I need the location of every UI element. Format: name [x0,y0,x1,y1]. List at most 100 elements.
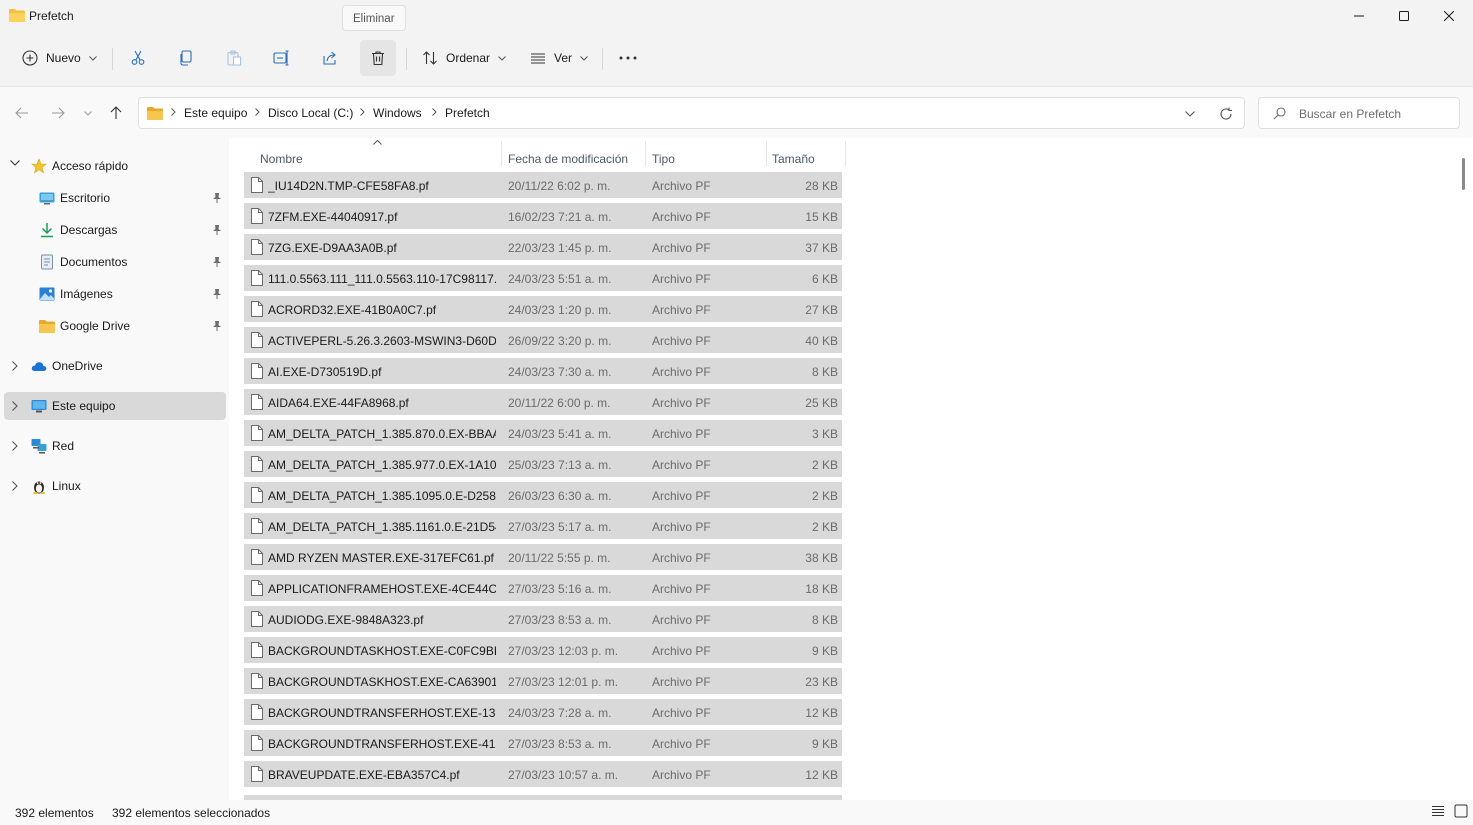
table-row[interactable]: AM_DELTA_PATCH_1.385.1161.0.E-21D540... 2… [244,513,842,539]
table-row[interactable]: BRAVEUPDATE.EXE-EBA357C4.pf 27/03/23 10:5… [244,761,842,787]
address-bar[interactable]: Este equipo Disco Local (C:) Windows Pre… [138,97,1245,129]
paste-button[interactable] [222,40,246,76]
table-row[interactable]: ACTIVEPERL-5.26.3.2603-MSWIN3-D60D... 26/… [244,327,842,353]
column-header-size[interactable]: Tamaño [772,152,815,166]
sidebar-item-escritorio[interactable]: Escritorio [4,184,226,212]
breadcrumb-disco-local[interactable]: Disco Local (C:) [268,106,353,120]
table-row[interactable]: 7ZG.EXE-D9AA3A0B.pf 22/03/23 1:45 p. m. Ar… [244,234,842,260]
pin-icon [213,289,221,299]
chevron-down-icon[interactable] [10,160,20,166]
folder-icon [39,320,55,333]
table-row[interactable]: BACKGROUNDTRANSFERHOST.EXE-13C1... 24/03/… [244,699,842,725]
column-header-type[interactable]: Tipo [652,152,675,166]
file-icon [251,487,263,503]
sidebar-item-este-equipo[interactable]: Este equipo [4,392,226,420]
sort-button[interactable]: Ordenar [418,40,510,76]
arrow-left-icon [15,107,28,119]
table-row[interactable]: _IU14D2N.TMP-CFE58FA8.pf 20/11/22 6:02 p.… [244,172,842,198]
maximize-button[interactable] [1381,0,1427,32]
sort-ascending-icon [373,140,382,145]
close-button[interactable] [1426,0,1472,32]
chevron-down-icon[interactable] [1185,111,1195,117]
title-bar: Prefetch Eliminar [0,0,1473,32]
sidebar-item-documentos[interactable]: Documentos [4,248,226,276]
sidebar-item-google-drive[interactable]: Google Drive [4,312,226,340]
table-row[interactable]: BACKGROUNDTASKHOST.EXE-C0FC9BE5.... 27/03… [244,637,842,663]
view-button[interactable]: Ver [526,40,592,76]
delete-button[interactable] [360,40,396,76]
chevron-right-icon[interactable] [12,481,18,491]
chevron-right-icon[interactable] [12,361,18,371]
new-button[interactable]: Nuevo [16,40,102,76]
file-type: Archivo PF [652,613,711,627]
column-header-date[interactable]: Fecha de modificación [508,152,628,166]
back-button[interactable] [11,101,33,125]
file-icon [251,518,263,534]
table-row[interactable]: 7ZFM.EXE-44040917.pf 16/02/23 7:21 a. m. A… [244,203,842,229]
table-row[interactable]: AI.EXE-D730519D.pf 24/03/23 7:30 a. m. Arc… [244,358,842,384]
file-icon [251,735,263,751]
sidebar-item-onedrive[interactable]: OneDrive [4,352,226,380]
vertical-scrollbar[interactable] [1462,158,1465,190]
table-row[interactable]: AUDIODG.EXE-9848A323.pf 27/03/23 8:53 a. … [244,606,842,632]
file-name: 7ZFM.EXE-44040917.pf [268,210,398,224]
refresh-icon[interactable] [1219,107,1233,121]
file-name: AM_DELTA_PATCH_1.385.1095.0.E-D258A... [268,489,496,503]
monitor-icon [31,400,47,413]
minimize-button[interactable] [1336,0,1382,32]
sidebar-item-red[interactable]: Red [4,432,226,460]
up-button[interactable] [105,101,127,125]
sidebar-item-acceso-rapido[interactable]: Acceso rápido [4,152,226,180]
column-divider[interactable] [845,141,846,166]
tiles-view-icon[interactable] [1454,804,1468,818]
file-date: 20/11/22 6:00 p. m. [508,396,611,410]
recent-locations-button[interactable] [77,101,99,125]
copy-button[interactable] [174,40,198,76]
sidebar-item-imagenes[interactable]: Imágenes [4,280,226,308]
rename-button[interactable] [270,40,294,76]
file-date: 27/03/23 8:53 a. m. [508,737,612,751]
table-row[interactable]: AMD RYZEN MASTER.EXE-317EFC61.pf 20/11/22… [244,544,842,570]
file-date: 20/11/22 6:02 p. m. [508,179,611,193]
chevron-down-icon [88,55,97,61]
table-row[interactable]: AM_DELTA_PATCH_1.385.977.0.EX-1A10C... 25… [244,451,842,477]
breadcrumb-prefetch[interactable]: Prefetch [445,106,490,120]
table-row[interactable]: ACRORD32.EXE-41B0A0C7.pf 24/03/23 1:20 p.… [244,296,842,322]
breadcrumb-este-equipo[interactable]: Este equipo [184,106,247,120]
more-options-button[interactable] [614,40,642,76]
sidebar-item-linux[interactable]: Linux [4,472,226,500]
file-type: Archivo PF [652,489,711,503]
chevron-right-icon[interactable] [12,401,18,411]
search-box[interactable]: Buscar en Prefetch [1258,97,1460,129]
file-size: 2 KB [811,489,838,503]
file-icon [251,239,263,255]
table-row[interactable]: AM_DELTA_PATCH_1.385.1095.0.E-D258A... 26… [244,482,842,508]
cut-button[interactable] [126,40,150,76]
command-bar: Nuevo Ordenar Ver [0,32,1473,86]
table-row[interactable]: BACKGROUNDTRANSFERHOST.EXE-4128... 27/03/… [244,730,842,756]
forward-button[interactable] [47,101,69,125]
column-divider[interactable] [645,141,646,166]
breadcrumb-windows[interactable]: Windows [373,106,422,120]
file-type: Archivo PF [652,334,711,348]
details-view-icon[interactable] [1431,804,1445,818]
file-date: 27/03/23 10:57 a. m. [508,768,619,782]
chevron-right-icon[interactable] [12,441,18,451]
table-row[interactable]: 111.0.5563.111_111.0.5563.110-17C98117.p… [244,265,842,291]
table-row[interactable]: APPLICATIONFRAMEHOST.EXE-4CE44C8... 27/03… [244,575,842,601]
column-header-name[interactable]: Nombre [260,152,303,166]
share-button[interactable] [318,40,342,76]
file-icon [251,549,263,565]
table-row[interactable]: AIDA64.EXE-44FA8968.pf 20/11/22 6:00 p. m… [244,389,842,415]
file-type: Archivo PF [652,210,711,224]
table-row[interactable]: AM_DELTA_PATCH_1.385.870.0.EX-BBAA8... 24… [244,420,842,446]
file-icon [251,394,263,410]
column-divider[interactable] [501,141,502,166]
pin-icon [213,257,221,267]
sidebar-item-descargas[interactable]: Descargas [4,216,226,244]
file-size: 40 KB [805,334,838,348]
file-icon [251,673,263,689]
table-row[interactable]: BACKGROUNDTASKHOST.EXE-CA639011.pf 27/03/… [244,668,842,694]
file-size: 23 KB [805,675,838,689]
column-divider[interactable] [766,141,767,166]
